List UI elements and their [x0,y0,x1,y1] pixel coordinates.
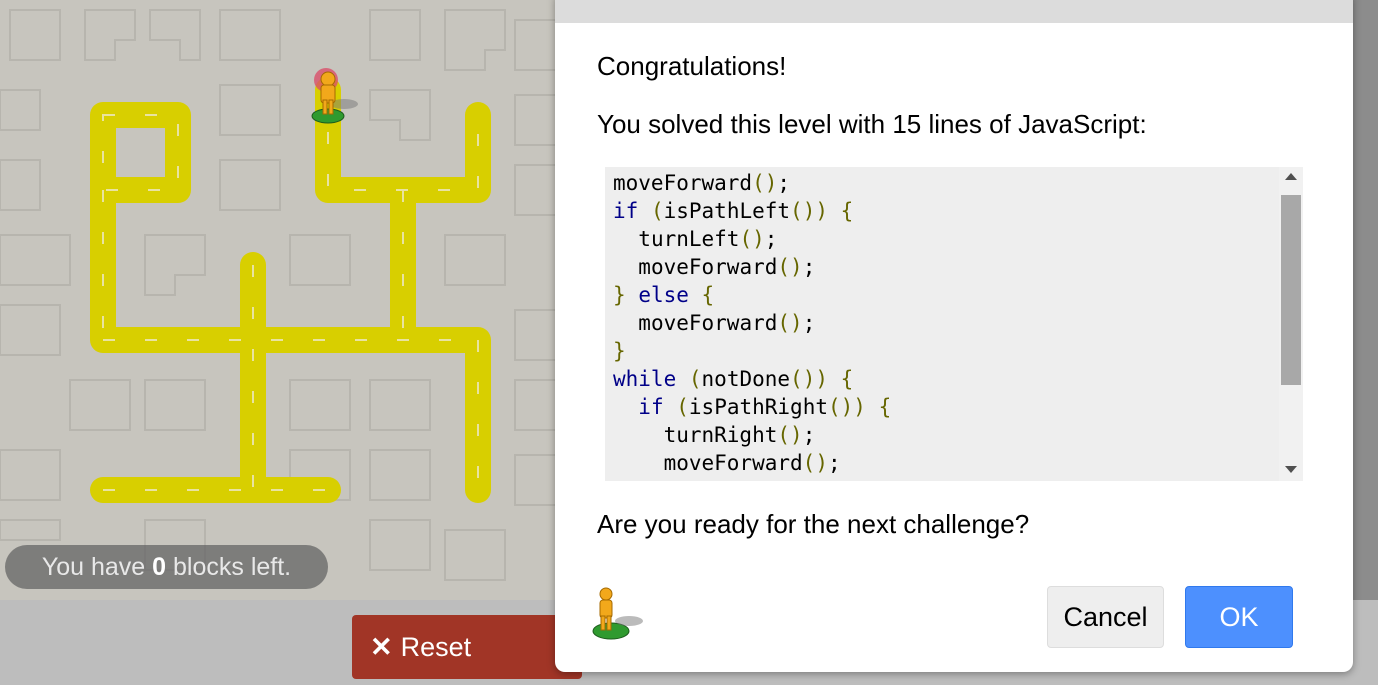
code-line: turnRight(); [663,423,816,447]
reset-button[interactable]: ✕ Reset [352,615,582,679]
scroll-thumb[interactable] [1281,195,1301,385]
cancel-button[interactable]: Cancel [1047,586,1164,648]
maze-svg [0,9,566,581]
code-line: moveForward(); [638,311,816,335]
reset-label: Reset [400,632,472,662]
code-line: while (notDone()) { [613,367,854,391]
code-line: } else { [613,283,715,307]
blocks-left-count: 0 [152,553,167,581]
dialog-titlebar [555,0,1353,23]
congratulations-dialog: Congratulations! You solved this level w… [555,0,1353,672]
blocks-left-suffix: blocks left. [166,553,292,581]
pegman-icon [592,587,643,640]
scroll-down-arrow-icon[interactable] [1285,466,1297,473]
code-line: moveForward(); [613,171,791,195]
next-challenge-question: Are you ready for the next challenge? [597,509,1030,539]
blocks-left-prefix: You have [41,553,153,581]
blocks-left-badge: You have 0 blocks left. [5,545,328,589]
code-line: if (isPathLeft()) { [613,199,854,223]
maze-board [0,0,580,600]
code-line: turnLeft(); [638,227,778,251]
solved-message: You solved this level with 15 lines of J… [597,109,1147,139]
code-viewer[interactable]: moveForward(); if (isPathLeft()) { turnLe… [605,167,1303,481]
ok-button[interactable]: OK [1185,586,1293,648]
dialog-heading: Congratulations! [597,51,787,81]
code-line: moveForward(); [663,451,841,475]
close-x-icon: ✕ [370,632,393,662]
code-line: } [613,339,626,363]
code-line: if (isPathRight()) { [638,395,892,419]
code-scrollbar[interactable] [1279,167,1303,481]
scroll-up-arrow-icon[interactable] [1285,173,1297,180]
code-listing: moveForward(); if (isPathLeft()) { turnLe… [613,169,891,477]
code-line: moveForward(); [638,255,816,279]
